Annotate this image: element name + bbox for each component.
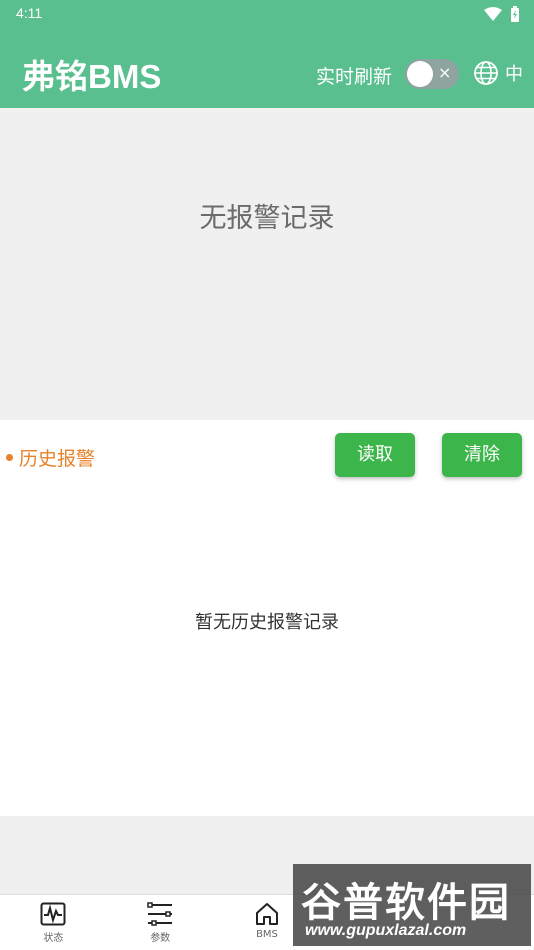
- current-alarm-area: 无报警记录: [0, 108, 534, 420]
- history-alarm-label: 历史报警: [19, 448, 96, 470]
- status-icons: [484, 6, 520, 22]
- history-alarm-panel: 历史报警 读取 清除 暂无历史报警记录: [0, 420, 534, 816]
- settings-list-icon: [147, 902, 173, 926]
- status-bar: 4:11: [0, 0, 534, 28]
- realtime-refresh-toggle[interactable]: ×: [405, 59, 459, 89]
- app-bar: 弗铭BMS 实时刷新 × 中: [0, 28, 534, 108]
- clear-button[interactable]: 清除: [442, 433, 522, 477]
- globe-icon: [474, 61, 498, 85]
- watermark-logo: 谷普软件园 www.gupuxlazal.com: [293, 864, 531, 946]
- wifi-icon: [484, 7, 502, 21]
- waveform-icon: [40, 902, 66, 926]
- watermark-url: www.gupuxlazal.com: [305, 922, 467, 939]
- history-alarm-title: 历史报警: [6, 444, 95, 471]
- language-label: 中: [505, 64, 523, 85]
- no-alarm-text: 无报警记录: [199, 203, 335, 234]
- nav-label-params: 参数: [150, 933, 171, 944]
- bullet-dot-icon: [6, 454, 13, 461]
- nav-item-status[interactable]: 状态: [0, 895, 107, 950]
- home-icon: [255, 903, 278, 925]
- nav-label-bms: BMS: [256, 929, 278, 940]
- toggle-knob: [407, 61, 433, 87]
- read-button[interactable]: 读取: [335, 433, 415, 477]
- watermark-title: 谷普软件园: [301, 880, 511, 926]
- realtime-refresh-label: 实时刷新: [316, 66, 393, 88]
- nav-item-params[interactable]: 参数: [107, 895, 214, 950]
- status-time: 4:11: [16, 5, 43, 21]
- nav-label-status: 状态: [43, 933, 64, 944]
- no-history-text: 暂无历史报警记录: [195, 612, 339, 633]
- language-button[interactable]: 中: [473, 60, 523, 86]
- app-title: 弗铭BMS: [22, 58, 162, 95]
- toggle-off-icon: ×: [438, 63, 452, 82]
- battery-icon: [511, 6, 519, 22]
